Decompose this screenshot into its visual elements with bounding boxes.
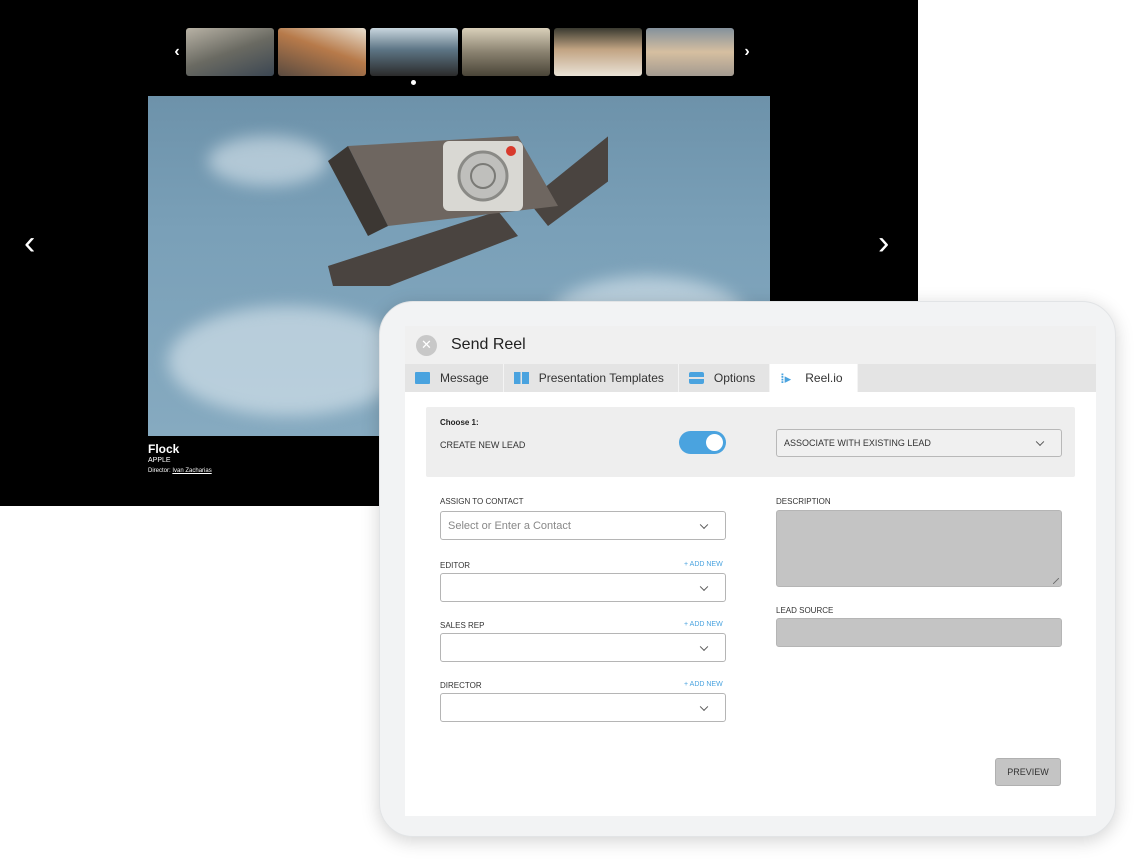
modal-tabs: Message Presentation Templates Options ⁞… xyxy=(405,364,1096,392)
sales-rep-select[interactable] xyxy=(440,633,726,662)
director-label: DIRECTOR xyxy=(440,681,482,690)
create-lead-toggle[interactable] xyxy=(679,431,726,454)
video-client: APPLE xyxy=(148,457,171,464)
assign-contact-label: ASSIGN TO CONTACT xyxy=(440,497,524,506)
chevron-down-icon xyxy=(699,702,709,711)
tab-presentation-templates[interactable]: Presentation Templates xyxy=(504,364,679,392)
chevron-down-icon xyxy=(699,520,709,529)
choose-label: Choose 1: xyxy=(440,418,479,427)
tab-label: Presentation Templates xyxy=(538,371,664,385)
director-add-new-link[interactable]: + ADD NEW xyxy=(684,681,723,688)
tab-label: Message xyxy=(440,371,489,385)
send-reel-modal: ✕ Send Reel Message Presentation Templat… xyxy=(405,326,1096,816)
security-camera-illustration xyxy=(328,136,608,286)
mail-icon xyxy=(415,372,430,384)
lead-source-input[interactable] xyxy=(776,618,1062,647)
tab-label: Reel.io xyxy=(805,371,843,385)
thumbnail-strip: ‹ › xyxy=(168,27,756,77)
modal-title: Send Reel xyxy=(451,336,526,353)
modal-header: ✕ Send Reel xyxy=(405,326,1096,364)
associate-lead-select[interactable]: ASSOCIATE WITH EXISTING LEAD xyxy=(776,429,1062,457)
tablet-frame: ✕ Send Reel Message Presentation Templat… xyxy=(379,301,1116,837)
tab-options[interactable]: Options xyxy=(679,364,771,392)
thumbnail-2[interactable] xyxy=(278,28,366,76)
preview-button[interactable]: PREVIEW xyxy=(995,758,1061,786)
thumbnail-4[interactable] xyxy=(462,28,550,76)
video-caption: Flock APPLE Director: Ivan Zacharias xyxy=(148,442,212,474)
tab-message[interactable]: Message xyxy=(405,364,504,392)
thumb-next-icon[interactable]: › xyxy=(738,28,756,76)
close-icon[interactable]: ✕ xyxy=(416,334,437,356)
video-director: Director: Ivan Zacharias xyxy=(148,468,212,474)
pagination-dot[interactable] xyxy=(411,80,416,85)
assign-contact-select[interactable]: Select or Enter a Contact xyxy=(440,511,726,540)
next-video-icon[interactable]: › xyxy=(878,226,889,260)
chevron-down-icon xyxy=(699,642,709,651)
associate-lead-label: ASSOCIATE WITH EXISTING LEAD xyxy=(784,438,931,448)
create-new-lead-label: CREATE NEW LEAD xyxy=(440,440,526,450)
editor-select[interactable] xyxy=(440,573,726,602)
thumbnail-6[interactable] xyxy=(646,28,734,76)
lead-source-label: LEAD SOURCE xyxy=(776,606,834,615)
sales-rep-add-new-link[interactable]: + ADD NEW xyxy=(684,621,723,628)
thumbnail-1[interactable] xyxy=(186,28,274,76)
editor-add-new-link[interactable]: + ADD NEW xyxy=(684,561,723,568)
video-title: Flock xyxy=(148,442,180,456)
sales-rep-label: SALES REP xyxy=(440,621,485,630)
chevron-down-icon xyxy=(1035,437,1045,447)
prev-video-icon[interactable]: ‹ xyxy=(24,226,35,260)
director-select[interactable] xyxy=(440,693,726,722)
thumb-prev-icon[interactable]: ‹ xyxy=(168,28,186,76)
assign-contact-placeholder: Select or Enter a Contact xyxy=(448,519,571,532)
description-textarea[interactable] xyxy=(776,510,1062,587)
description-label: DESCRIPTION xyxy=(776,497,831,506)
tab-label: Options xyxy=(713,371,756,385)
thumbnail-3[interactable] xyxy=(370,28,458,76)
chevron-down-icon xyxy=(699,582,709,591)
template-icon xyxy=(513,372,529,384)
lead-choice-panel: Choose 1: CREATE NEW LEAD ASSOCIATE WITH… xyxy=(426,407,1075,477)
thumbnail-5[interactable] xyxy=(554,28,642,76)
director-link[interactable]: Ivan Zacharias xyxy=(172,468,211,474)
reelio-logo-icon: ⁞▸ xyxy=(780,371,792,386)
resize-handle-icon[interactable] xyxy=(1053,578,1059,584)
toggle-knob xyxy=(706,434,723,451)
director-prefix: Director: xyxy=(148,468,171,474)
options-icon xyxy=(688,372,704,384)
tab-reelio[interactable]: ⁞▸ Reel.io xyxy=(770,364,858,392)
editor-label: EDITOR xyxy=(440,561,471,570)
